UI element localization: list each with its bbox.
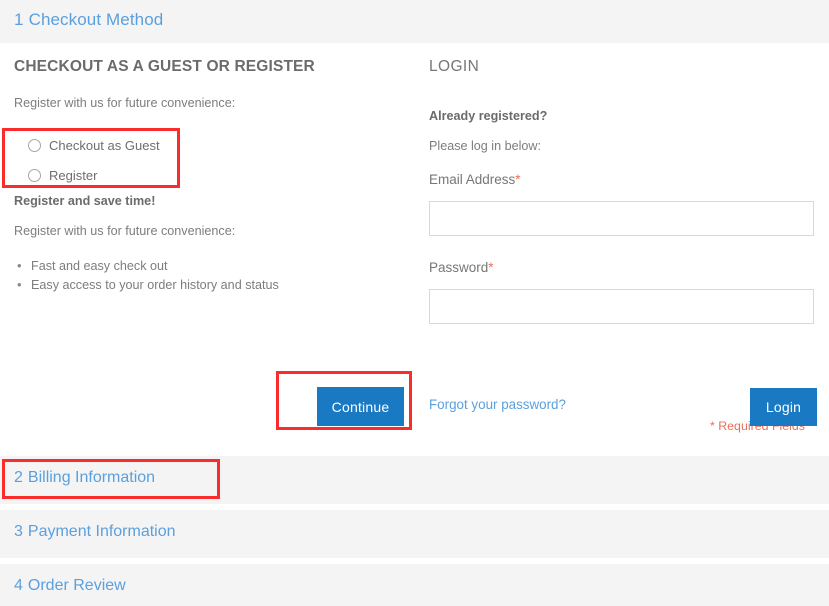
list-item: Fast and easy check out [14,256,414,276]
step-header-title: 3 Payment Information [14,523,176,541]
password-field-label: Password* [429,260,494,275]
list-item: Easy access to your order history and st… [14,275,414,295]
checkout-page: 1 Checkout Method CHECKOUT AS A GUEST OR … [0,0,829,606]
radio-option-register[interactable]: Register [14,160,194,190]
please-log-in-text: Please log in below: [429,139,542,153]
step-number: 3 [14,523,23,540]
step-header-order-review[interactable]: 4 Order Review [0,564,829,606]
step-header-checkout-method[interactable]: 1 Checkout Method [0,0,829,43]
register-intro: Register with us for future convenience: [14,224,236,238]
radio-icon[interactable] [28,168,41,182]
continue-button[interactable]: Continue [317,387,404,426]
email-field-label: Email Address* [429,172,521,187]
forgot-password-link[interactable]: Forgot your password? [429,397,566,412]
password-label-text: Password [429,260,489,275]
step-header-title: 2 Billing Information [14,469,155,487]
login-button[interactable]: Login [750,388,817,426]
step-header-billing-information[interactable]: 2 Billing Information [0,456,829,504]
step-number: 1 [14,10,24,29]
login-column: LOGIN Already registered? Please log in … [429,58,817,433]
email-field[interactable] [429,201,814,236]
step-header-title: 1 Checkout Method [14,10,163,30]
radio-option-label: Register [49,167,98,183]
step-label: Checkout Method [28,10,164,29]
guest-register-heading: CHECKOUT AS A GUEST OR REGISTER [14,58,315,75]
radio-option-checkout-as-guest[interactable]: Checkout as Guest [14,130,194,160]
step-number: 4 [14,577,23,594]
step-label: Order Review [27,577,126,594]
guest-register-intro: Register with us for future convenience: [14,96,236,110]
register-benefits-list: Fast and easy check out Easy access to y… [14,256,414,295]
checkout-method-radio-group: Checkout as Guest Register [14,130,194,190]
register-benefits-block: Register and save time! Register with us… [14,193,414,295]
required-asterisk-icon: * [515,172,521,187]
step-header-payment-information[interactable]: 3 Payment Information [0,510,829,558]
guest-register-column: CHECKOUT AS A GUEST OR REGISTER Register… [14,58,414,294]
login-heading: LOGIN [429,58,480,75]
already-registered-text: Already registered? [429,109,548,123]
step-number: 2 [14,469,23,486]
required-asterisk-icon: * [488,260,494,275]
email-label-text: Email Address [429,172,516,187]
step-label: Billing Information [27,469,156,486]
step-label: Payment Information [27,523,176,540]
step-header-title: 4 Order Review [14,577,126,595]
register-heading: Register and save time! [14,194,156,208]
password-field[interactable] [429,289,814,324]
radio-icon[interactable] [28,138,41,152]
radio-option-label: Checkout as Guest [49,137,160,153]
